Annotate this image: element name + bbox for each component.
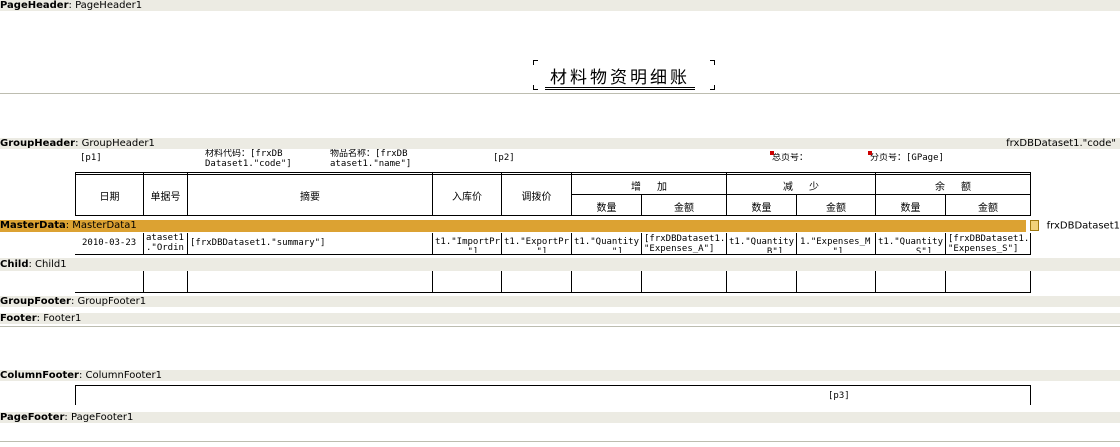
- header-qty-in: 数量: [596, 203, 617, 214]
- band-kind: ColumnFooter: [0, 370, 79, 381]
- band-kind: Child: [0, 259, 29, 270]
- band-name: GroupHeader1: [81, 138, 155, 149]
- field-date[interactable]: 2010-03-23: [82, 238, 142, 248]
- field-page-number[interactable]: 分页号：[GPage]: [870, 153, 960, 170]
- field-import-price[interactable]: t1."ImportPr "]: [435, 237, 500, 253]
- field-total-pages[interactable]: 总页号：: [772, 153, 865, 170]
- band-dataset: frxDBDataset1."code": [1006, 138, 1116, 149]
- band-name: Footer1: [43, 313, 82, 324]
- band-kind: GroupFooter: [0, 296, 71, 307]
- field-summary[interactable]: [frxDBDataset1."summary"]: [190, 238, 430, 248]
- field-quantity-s[interactable]: t1."Quantity S"]: [878, 237, 944, 253]
- header-increase: 增 加: [631, 182, 667, 193]
- field-expenses-a[interactable]: [frxDBDataset1. "Expenses_A"]: [644, 234, 725, 254]
- field-voucher[interactable]: ataset1 ."Ordin: [146, 233, 186, 253]
- band-footer[interactable]: Footer: Footer1: [0, 313, 1120, 324]
- field-expenses-s[interactable]: [frxDBDataset1. "Expenses_S"]: [948, 234, 1029, 254]
- band-name: MasterData1: [72, 220, 137, 231]
- band-kind: MasterData: [0, 220, 66, 231]
- band-name: GroupFooter1: [77, 296, 147, 307]
- header-decrease: 减 少: [783, 182, 819, 193]
- field-expenses-m[interactable]: 1."Expenses_M "]: [800, 237, 874, 253]
- band-page-footer[interactable]: PageFooter: PageFooter1: [0, 412, 1120, 423]
- band-group-footer[interactable]: GroupFooter: GroupFooter1: [0, 296, 1120, 307]
- dataset-indicator: frxDBDataset1: [1025, 220, 1120, 233]
- band-child[interactable]: Child: Child1: [0, 258, 1120, 271]
- band-separator: [0, 93, 1120, 94]
- header-export-price: 调拨价: [521, 192, 552, 203]
- header-voucher: 单据号: [150, 192, 181, 203]
- header-qty-balance: 数量: [900, 203, 921, 214]
- field-export-price[interactable]: t1."ExportPr "]: [504, 237, 570, 253]
- band-kind: Footer: [0, 313, 37, 324]
- field-material-code[interactable]: 材料代码：[frxDB Dataset1."code"]: [205, 149, 323, 171]
- dataset-icon: [1029, 220, 1039, 231]
- band-kind: PageHeader: [0, 0, 69, 11]
- band-column-footer[interactable]: ColumnFooter: ColumnFooter1: [0, 370, 1120, 381]
- marker-icon: [770, 151, 774, 155]
- header-balance: 余 额: [935, 182, 971, 193]
- band-page-header[interactable]: PageHeader: PageHeader1: [0, 0, 1120, 11]
- header-import-price: 入库价: [452, 192, 482, 203]
- band-name: Child1: [35, 259, 67, 270]
- header-date: 日期: [99, 192, 120, 203]
- band-separator: [0, 326, 1120, 327]
- report-title-box[interactable]: 材料物资明细账: [533, 60, 715, 90]
- marker-icon: [868, 151, 872, 155]
- band-name: PageFooter1: [70, 412, 134, 423]
- field-p2[interactable]: [p2]: [493, 153, 623, 170]
- band-group-header[interactable]: GroupHeader: GroupHeader1 frxDBDataset1.…: [0, 138, 1120, 149]
- field-p3[interactable]: [p3]: [828, 391, 908, 401]
- band-name: PageHeader1: [75, 0, 143, 11]
- field-quantity-a[interactable]: t1."Quantity "]: [574, 237, 640, 253]
- field-material-name[interactable]: 物品名称：[frxDB ataset1."name"]: [330, 149, 430, 171]
- header-summary: 摘要: [300, 192, 320, 203]
- band-master-data[interactable]: MasterData: MasterData1 frxDBDataset1: [0, 220, 1120, 233]
- band-kind: PageFooter: [0, 412, 65, 423]
- header-amount-balance: 金额: [978, 203, 998, 214]
- band-separator: [0, 441, 1120, 442]
- band-kind: GroupHeader: [0, 138, 76, 149]
- band-name: ColumnFooter1: [85, 370, 163, 381]
- header-amount-in: 金额: [674, 203, 694, 214]
- field-p1[interactable]: [p1]: [80, 153, 195, 170]
- header-qty-out: 数量: [751, 203, 772, 214]
- header-amount-out: 金额: [826, 203, 846, 214]
- report-title: 材料物资明细账: [550, 68, 690, 88]
- field-quantity-b[interactable]: t1."Quantity B"]: [729, 237, 795, 253]
